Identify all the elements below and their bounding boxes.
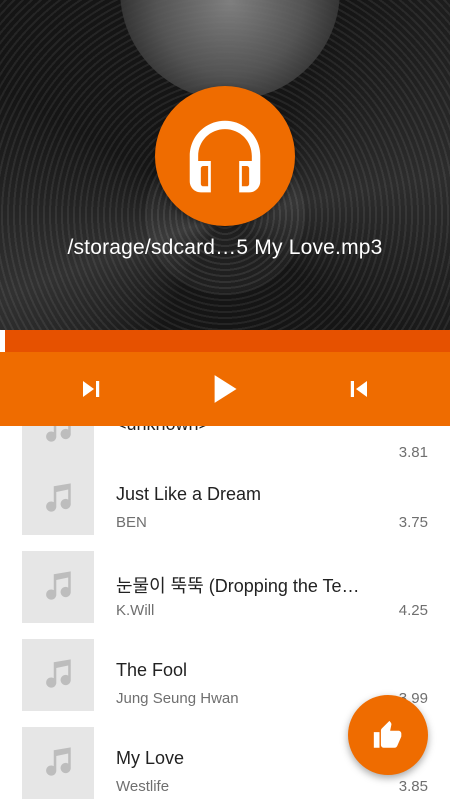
song-size: 3.85	[398, 778, 428, 795]
playback-controls	[0, 352, 450, 426]
play-icon	[214, 375, 237, 403]
headphones-icon	[189, 120, 261, 193]
song-thumbnail	[22, 551, 94, 623]
next-button[interactable]	[56, 352, 126, 426]
song-thumbnail	[22, 463, 94, 535]
like-fab-button[interactable]	[348, 695, 428, 775]
song-title: Just Like a Dream	[116, 484, 262, 504]
music-note-icon	[46, 571, 71, 600]
song-artist: Jung Seung Hwan	[116, 690, 239, 707]
song-thumbnail	[22, 727, 94, 799]
thumbs-up-icon	[373, 720, 402, 748]
song-title: 눈물이 뚝뚝 (Dropping the Te…	[116, 576, 360, 596]
song-artist: Westlife	[116, 778, 170, 795]
song-size: 3.75	[398, 514, 428, 531]
play-button[interactable]	[190, 352, 260, 426]
list-item[interactable]: 눈물이 뚝뚝 (Dropping the Te… K.Will 4.25	[0, 544, 450, 632]
music-note-icon	[46, 483, 71, 512]
music-note-icon	[46, 426, 71, 442]
song-artist: BEN	[116, 514, 147, 531]
skip-previous-icon	[350, 381, 367, 397]
skip-next-icon	[83, 381, 100, 397]
music-note-icon	[46, 747, 71, 776]
song-size: 4.25	[398, 602, 428, 619]
now-playing-path: /storage/sdcard…5 My Love.mp3	[67, 236, 383, 259]
music-note-icon	[46, 659, 71, 688]
song-title: The Fool	[116, 660, 188, 680]
song-title: My Love	[116, 748, 185, 768]
song-artist: K.Will	[116, 602, 155, 619]
playback-progress-fill	[0, 330, 5, 352]
album-art-badge	[155, 86, 295, 226]
playback-progress-bar[interactable]	[0, 330, 450, 352]
song-thumbnail	[22, 639, 94, 711]
now-playing-header: /storage/sdcard…5 My Love.mp3	[0, 0, 450, 330]
previous-button[interactable]	[324, 352, 394, 426]
song-title: <unknown>	[116, 426, 376, 435]
list-item[interactable]: Just Like a Dream BEN 3.75	[0, 456, 450, 544]
